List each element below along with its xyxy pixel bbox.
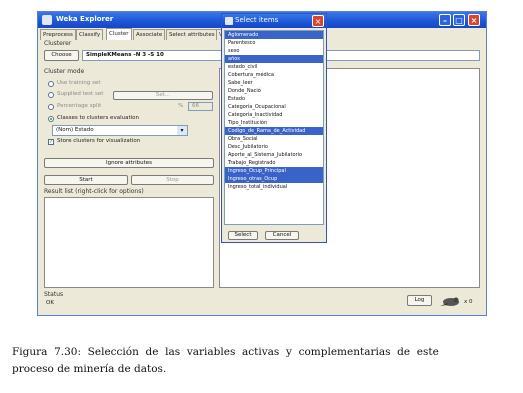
classes-to-clusters-radio[interactable] [48, 116, 54, 122]
ignore-attributes-button[interactable]: Ignore attributes [44, 158, 214, 168]
class-attribute-select[interactable]: (Nom) Estado ▾ [52, 125, 188, 136]
select-button[interactable]: Select [228, 231, 258, 240]
tab-classify[interactable]: Classify [76, 29, 104, 40]
figure-caption: Figura 7.30: Selección de las variables … [12, 344, 512, 378]
attribute-list-item[interactable]: Trabajo_Registrado [225, 159, 323, 167]
cluster-mode-section-title: Cluster mode [44, 68, 85, 75]
task-count: x 0 [464, 299, 473, 305]
attribute-list-item[interactable]: Aporte_al_Sistema_Jubilatorio [225, 151, 323, 159]
attribute-list-item[interactable]: Ingreso_otras_Ocup [225, 175, 323, 183]
percentage-split-label: Percentage split [57, 103, 102, 109]
clusterer-section-title: Clusterer [44, 40, 72, 47]
tab-cluster[interactable]: Cluster [106, 28, 132, 40]
class-attribute-value: (Nom) Estado [56, 127, 94, 133]
attribute-list-item[interactable]: Ingreso_total_individual [225, 183, 323, 191]
chevron-down-icon[interactable]: ▾ [177, 126, 187, 135]
percent-symbol: % [178, 103, 184, 109]
use-training-set-radio[interactable] [48, 81, 54, 87]
attribute-list-item[interactable]: Categoría_Inactividad [225, 111, 323, 119]
result-list-panel[interactable] [44, 197, 214, 288]
dialog-close-icon[interactable]: × [312, 15, 324, 27]
attribute-list-item[interactable]: Parentesco [225, 39, 323, 47]
attribute-list-item[interactable]: Categoría_Ocupacional [225, 103, 323, 111]
maximize-icon[interactable]: □ [453, 14, 465, 26]
attribute-list-item[interactable]: años [225, 55, 323, 63]
attribute-list-item[interactable]: Donde_Nació [225, 87, 323, 95]
attribute-list-item[interactable]: estado_civil [225, 63, 323, 71]
status-text: OK [46, 300, 54, 306]
choose-button[interactable]: Choose [44, 50, 79, 61]
set-button[interactable]: Set... [113, 91, 213, 100]
classes-to-clusters-label: Classes to clusters evaluation [57, 115, 139, 121]
stop-button[interactable]: Stop [131, 175, 214, 185]
window-title: Weka Explorer [56, 15, 114, 23]
result-list-title: Result list (right-click for options) [44, 188, 144, 195]
dialog-title: Select items [235, 16, 279, 24]
attribute-list-item[interactable]: Desc_Jubilatorio [225, 143, 323, 151]
attribute-list[interactable]: Aglomerado Parentesco sexo años estado_civil… [224, 30, 324, 225]
tab-associate[interactable]: Associate [133, 29, 166, 40]
attribute-list-item[interactable]: Aglomerado [225, 31, 323, 39]
close-icon[interactable]: × [468, 14, 480, 26]
dialog-app-icon [225, 17, 233, 25]
use-training-set-label: Use training set [57, 80, 101, 86]
store-clusters-checkbox[interactable]: ✓ [48, 139, 54, 145]
cancel-button[interactable]: Cancel [265, 231, 299, 240]
start-button[interactable]: Start [44, 175, 128, 185]
weka-bird-icon [440, 297, 459, 306]
attribute-list-item[interactable]: Sabe_leer [225, 79, 323, 87]
attribute-list-item[interactable]: Cobertura_médica [225, 71, 323, 79]
attribute-list-item[interactable]: Tipo_Institución [225, 119, 323, 127]
attribute-list-item[interactable]: Estado [225, 95, 323, 103]
supplied-test-set-radio[interactable] [48, 92, 54, 98]
supplied-test-set-label: Supplied test set [57, 91, 104, 97]
attribute-list-item[interactable]: Ingreso_Ocup_Principal [225, 167, 323, 175]
weka-app-icon [42, 15, 52, 25]
percentage-field[interactable]: 66 [188, 102, 213, 111]
tab-preprocess[interactable]: Preprocess [40, 29, 76, 40]
attribute-list-item[interactable]: sexo [225, 47, 323, 55]
caption-line-2: proceso de minería de datos. [12, 363, 167, 375]
select-items-dialog: Select items × Aglomerado Parentesco sexo a… [221, 13, 327, 243]
log-button[interactable]: Log [407, 295, 432, 306]
percentage-split-radio[interactable] [48, 104, 54, 110]
attribute-list-item[interactable]: Obra_Social [225, 135, 323, 143]
dialog-titlebar[interactable]: Select items × [222, 14, 326, 28]
caption-line-1: Figura 7.30: Selección de las variables … [12, 346, 439, 358]
minimize-icon[interactable]: – [439, 14, 451, 26]
tab-select-attributes[interactable]: Select attributes [166, 29, 218, 40]
status-section-title: Status [44, 291, 64, 298]
store-clusters-label: Store clusters for visualization [57, 138, 141, 144]
attribute-list-item[interactable]: Codigo_de_Rama_de_Actividad [225, 127, 323, 135]
